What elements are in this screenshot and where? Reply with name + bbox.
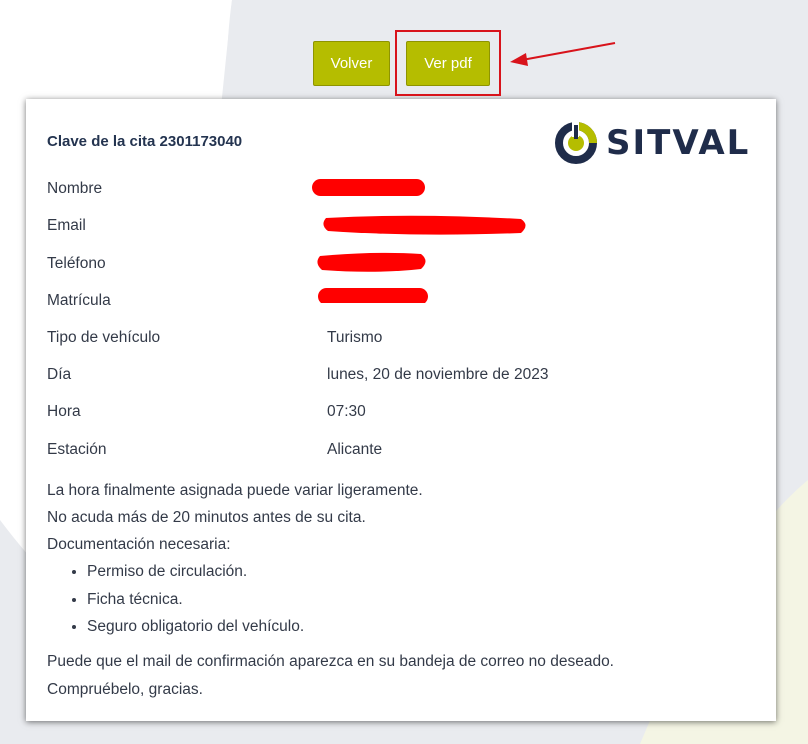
annotation-arrow <box>510 42 616 66</box>
